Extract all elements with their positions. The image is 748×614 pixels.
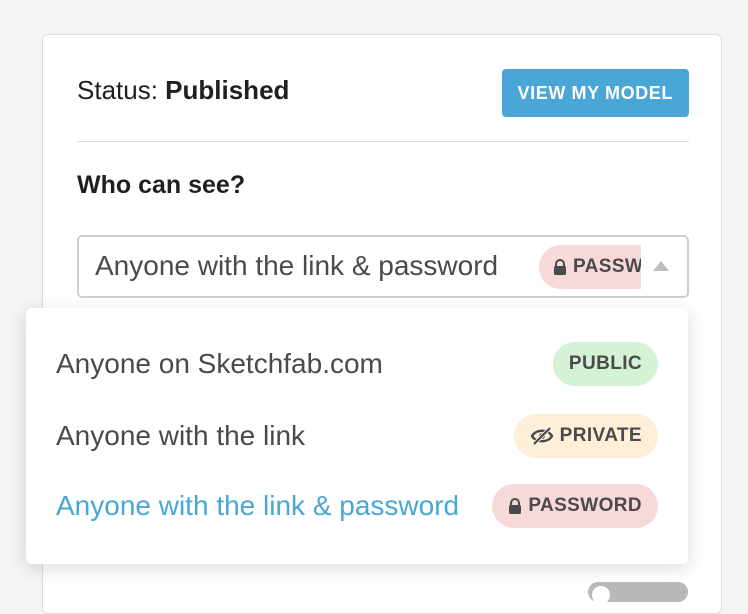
password-badge: PASSWORD <box>492 484 658 528</box>
status-prefix: Status: <box>77 75 158 105</box>
option-label: Anyone with the link <box>56 420 306 451</box>
view-my-model-button[interactable]: VIEW MY MODEL <box>501 69 689 117</box>
selected-password-badge: PASSW <box>539 245 641 289</box>
private-badge: PRIVATE <box>513 414 658 458</box>
lock-icon <box>553 259 567 275</box>
status-row: Status: Published VIEW MY MODEL <box>77 67 689 117</box>
password-badge-label: PASSWORD <box>528 495 642 516</box>
option-public[interactable]: Anyone on Sketchfab.com PUBLIC <box>56 336 658 396</box>
public-badge-label: PUBLIC <box>568 353 642 374</box>
lock-icon <box>508 498 522 514</box>
private-badge-label: PRIVATE <box>559 425 642 446</box>
option-private[interactable]: Anyone with the link PRIVATE <box>56 408 658 468</box>
option-label: Anyone with the link & password <box>56 490 460 521</box>
divider <box>77 141 689 142</box>
status-text: Status: Published <box>77 75 289 106</box>
visibility-select-value: Anyone with the link & password <box>95 250 499 281</box>
toggle-switch[interactable] <box>588 582 688 604</box>
who-can-see-label: Who can see? <box>77 171 246 199</box>
selected-badge-label: PASSW <box>573 256 641 277</box>
visibility-select[interactable]: Anyone with the link & password PASSW <box>77 235 689 298</box>
status-value: Published <box>165 75 290 105</box>
toggle-knob <box>592 586 610 604</box>
option-label: Anyone on Sketchfab.com <box>56 348 383 379</box>
eye-slash-icon <box>530 427 554 445</box>
caret-up-icon <box>653 261 669 271</box>
public-badge: PUBLIC <box>552 342 658 386</box>
selected-badge-clip: PASSW <box>539 245 641 289</box>
option-password[interactable]: Anyone with the link & password PASSWORD <box>56 478 658 538</box>
visibility-dropdown-menu: Anyone on Sketchfab.com PUBLIC Anyone wi… <box>26 308 688 564</box>
